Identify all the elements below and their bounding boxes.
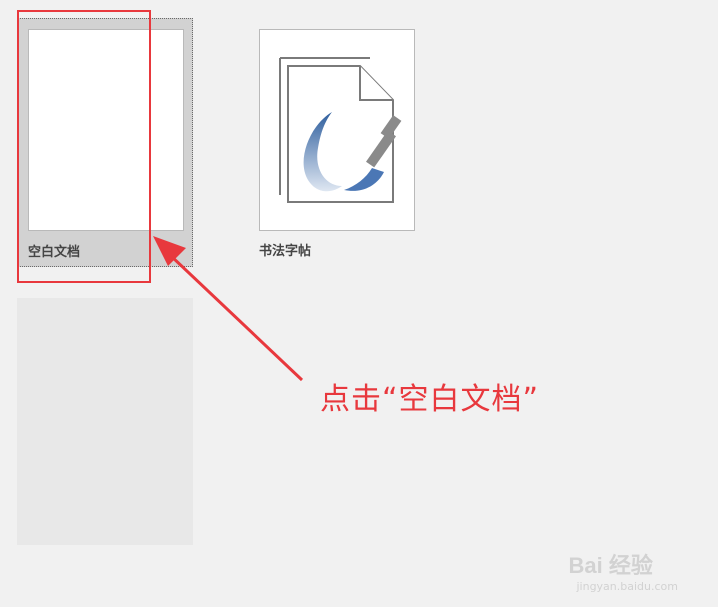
watermark-sub-text: jingyan.baidu.com	[576, 580, 678, 593]
annotation-text: 点击“空白文档”	[320, 382, 540, 417]
annotation-arrow-icon	[153, 236, 304, 382]
watermark-main-text: Bai 经验	[568, 553, 653, 578]
baidu-jingyan-watermark: Bai 经验 jingyan.baidu.com	[568, 548, 678, 593]
